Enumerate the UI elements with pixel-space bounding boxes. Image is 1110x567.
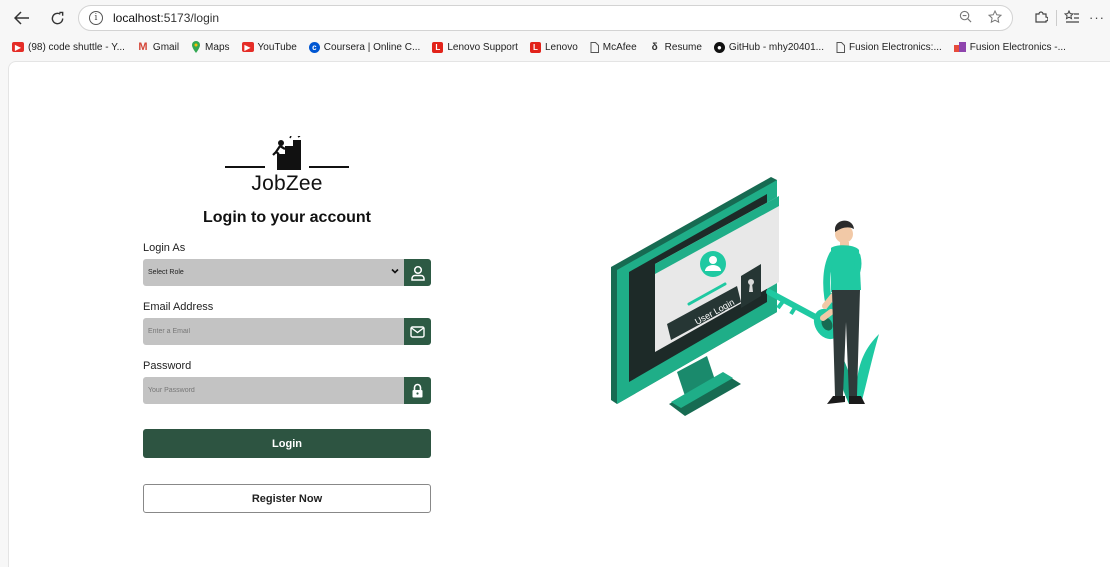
role-icon-box (404, 259, 431, 286)
bookmark-item[interactable]: Fusion Electronics -... (953, 41, 1066, 53)
password-label: Password (143, 360, 192, 372)
page-viewport: JobZee Login to your account Login As Se… (8, 61, 1110, 567)
register-button[interactable]: Register Now (143, 484, 431, 513)
email-icon-box (404, 318, 431, 345)
bookmark-label: Fusion Electronics:... (848, 41, 942, 53)
logo-line-left (225, 166, 265, 168)
maps-icon (192, 41, 201, 53)
logo-line-right (309, 166, 349, 168)
bookmark-item[interactable]: ● GitHub - mhy20401... (713, 41, 824, 53)
bookmark-label: Coursera | Online C... (323, 41, 421, 53)
role-select-value: Select Role (148, 269, 184, 276)
toolbar-divider (1056, 10, 1057, 26)
brand-name: JobZee (251, 172, 323, 195)
password-icon-box (404, 377, 431, 404)
bookmark-label: Lenovo Support (447, 41, 518, 53)
refresh-icon (51, 11, 63, 24)
bookmark-item[interactable]: ▶ YouTube (241, 41, 297, 53)
chevron-down-icon (391, 268, 399, 274)
bookmark-label: Gmail (152, 41, 180, 53)
page-title: Login to your account (203, 209, 371, 226)
bookmark-label: Lenovo (544, 41, 578, 53)
bookmark-item[interactable]: ▶ (98) code shuttle - Y... (12, 42, 125, 53)
login-panel: JobZee Login to your account Login As Se… (143, 132, 431, 513)
bookmark-item[interactable]: L Lenovo (529, 41, 578, 53)
favorites-button[interactable] (1061, 6, 1083, 28)
bookmark-label: GitHub - mhy20401... (728, 41, 824, 53)
bookmark-item[interactable]: c Coursera | Online C... (308, 41, 421, 53)
refresh-button[interactable] (45, 6, 69, 30)
bookmark-label: YouTube (257, 41, 297, 53)
password-input[interactable] (143, 377, 404, 404)
lock-icon (412, 383, 423, 398)
email-field (143, 318, 431, 345)
login-illustration: User Login (611, 177, 879, 416)
github-icon: ● (713, 41, 725, 53)
back-arrow-icon (14, 11, 29, 25)
zoom-icon[interactable] (959, 10, 972, 23)
gmail-icon: M (138, 41, 148, 53)
mail-icon (410, 325, 425, 338)
bookmark-item[interactable]: δ Resume (649, 42, 702, 53)
puzzle-icon (1035, 11, 1048, 23)
user-icon (410, 265, 425, 281)
bookmarks-bar: ▶ (98) code shuttle - Y... M Gmail Maps … (0, 37, 1110, 57)
email-input[interactable] (143, 318, 404, 345)
address-bar[interactable]: i localhost:5173/login (78, 5, 1013, 31)
more-menu-icon[interactable]: ··· (1086, 6, 1108, 28)
brand-logo: JobZee (143, 132, 431, 196)
bookmark-label: Fusion Electronics -... (969, 41, 1066, 53)
address-url: localhost:5173/login (113, 11, 220, 25)
coursera-icon: c (308, 41, 320, 53)
lenovo-icon: L (432, 41, 444, 53)
favorites-list-icon (1064, 10, 1079, 23)
bookmark-label: (98) code shuttle - Y... (28, 41, 125, 53)
bookmark-label: Resume (664, 41, 702, 53)
extensions-button[interactable] (1030, 6, 1052, 28)
youtube-icon: ▶ (12, 42, 24, 52)
bookmark-item[interactable]: McAfee (590, 41, 637, 53)
bookmark-item[interactable]: M Gmail (137, 41, 180, 53)
role-field: Select Role (143, 259, 431, 286)
plant-icon (856, 334, 879, 404)
bookmark-label: Maps (205, 41, 230, 53)
back-button[interactable] (10, 6, 34, 30)
role-select[interactable]: Select Role (143, 259, 404, 286)
bookmark-item[interactable]: Fusion Electronics:... (836, 41, 942, 53)
favorite-star-icon[interactable] (988, 10, 1002, 24)
lenovo-icon: L (529, 41, 541, 53)
resume-icon: δ (651, 41, 658, 53)
job-climb-icon (272, 136, 301, 170)
email-label: Email Address (143, 301, 214, 313)
page-icon (590, 41, 599, 53)
fusion-icon (953, 42, 966, 52)
bookmark-item[interactable]: Maps (191, 41, 230, 53)
bookmark-item[interactable]: L Lenovo Support (432, 41, 518, 53)
youtube-icon: ▶ (241, 42, 254, 52)
role-label: Login As (143, 242, 186, 254)
site-info-icon[interactable]: i (89, 11, 103, 25)
login-button[interactable]: Login (143, 429, 431, 458)
page-icon (836, 41, 845, 53)
bookmark-label: McAfee (602, 41, 637, 53)
password-field (143, 377, 431, 404)
browser-toolbar: i localhost:5173/login ··· (0, 0, 1110, 37)
